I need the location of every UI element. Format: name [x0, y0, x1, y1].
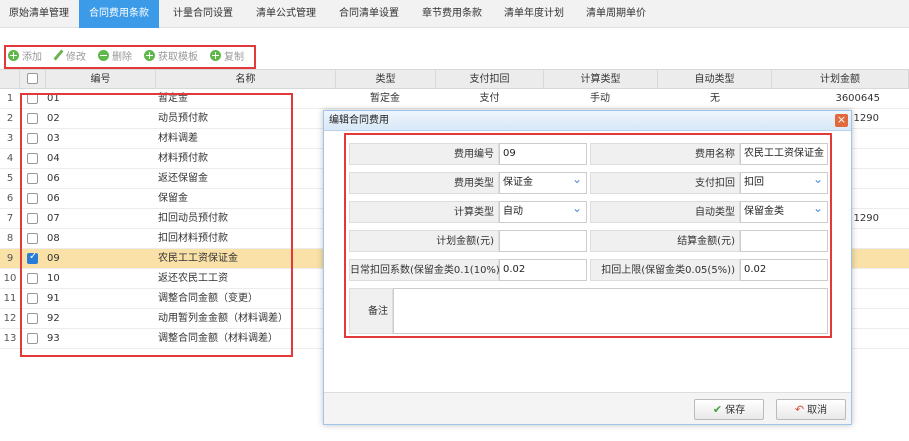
- row-number: 4: [6, 153, 14, 164]
- row-number: 7: [6, 213, 14, 224]
- auto-type-select[interactable]: 保留金类: [740, 201, 828, 223]
- row-number: 5: [6, 173, 14, 184]
- fee-form: 费用编号 09 费用名称 农民工工资保证金 费用类型 保证金 支付扣回 扣回 计…: [344, 133, 832, 338]
- deduct-limit-input[interactable]: 0.02: [740, 259, 828, 281]
- header-calc[interactable]: 计算类型: [544, 70, 658, 89]
- pay-deduct-value: 扣回: [744, 177, 764, 188]
- pay-deduct-select[interactable]: 扣回: [740, 172, 828, 194]
- copy-icon: [210, 50, 221, 61]
- add-icon: [8, 50, 19, 61]
- fee-name-input[interactable]: 农民工工资保证金: [740, 143, 828, 165]
- fee-type-label: 费用类型: [349, 172, 499, 194]
- tab-chapter-fee-terms[interactable]: 章节费用条款: [412, 0, 492, 28]
- select-all-header: [20, 70, 46, 89]
- header-name[interactable]: 名称: [156, 70, 336, 89]
- close-icon[interactable]: ×: [835, 114, 848, 127]
- copy-button[interactable]: 复制: [210, 50, 244, 66]
- delete-button[interactable]: 删除: [98, 50, 132, 66]
- header-amount[interactable]: 计划金额: [772, 70, 909, 89]
- select-all-checkbox[interactable]: [27, 73, 38, 84]
- row-number: 10: [3, 273, 17, 284]
- row-number: 6: [6, 193, 14, 204]
- get-template-button[interactable]: 获取模板: [144, 50, 198, 66]
- list-highlight-box: [20, 93, 293, 357]
- template-icon: [144, 50, 155, 61]
- note-textarea[interactable]: [393, 288, 828, 334]
- fee-code-label: 费用编号: [349, 143, 499, 165]
- cell-type: 暂定金: [370, 93, 400, 104]
- cell-amount: 3600645: [835, 93, 880, 104]
- undo-icon: ↶: [794, 403, 805, 416]
- row-number: 2: [6, 113, 14, 124]
- fee-name-label: 费用名称: [590, 143, 740, 165]
- note-label: 备注: [349, 288, 393, 334]
- row-number: 13: [3, 333, 17, 344]
- save-button[interactable]: ✔ 保存: [694, 399, 764, 420]
- dialog-title: 编辑合同费用 ×: [324, 111, 851, 131]
- tab-contract-list-settings[interactable]: 合同清单设置: [328, 0, 410, 28]
- dialog-footer: ✔ 保存 ↶ 取消: [324, 392, 851, 424]
- tab-annual-plan[interactable]: 清单年度计划: [494, 0, 574, 28]
- tab-period-price[interactable]: 清单周期单价: [576, 0, 656, 28]
- plan-amount-label: 计划金额(元): [349, 230, 499, 252]
- cell-calc: 手动: [590, 93, 610, 104]
- row-number: 1: [6, 93, 14, 104]
- header-pay[interactable]: 支付扣回: [436, 70, 544, 89]
- auto-type-label: 自动类型: [590, 201, 740, 223]
- tab-list-formula[interactable]: 清单公式管理: [246, 0, 326, 28]
- fee-type-select[interactable]: 保证金: [499, 172, 587, 194]
- cancel-button[interactable]: ↶ 取消: [776, 399, 846, 420]
- cell-auto: 无: [710, 93, 720, 104]
- calc-type-value: 自动: [503, 206, 523, 217]
- plan-amount-input[interactable]: [499, 230, 587, 252]
- row-number: 8: [6, 233, 14, 244]
- settle-amount-input[interactable]: [740, 230, 828, 252]
- edit-fee-dialog: 编辑合同费用 × 费用编号 09 费用名称 农民工工资保证金 费用类型 保证金 …: [323, 110, 852, 425]
- calc-type-select[interactable]: 自动: [499, 201, 587, 223]
- cell-amount: 1290: [853, 213, 879, 224]
- tab-measure-contract-settings[interactable]: 计量合同设置: [162, 0, 244, 28]
- dialog-title-text: 编辑合同费用: [329, 115, 389, 126]
- delete-icon: [98, 50, 109, 61]
- tab-original-list[interactable]: 原始清单管理: [0, 0, 78, 28]
- header-code[interactable]: 编号: [46, 70, 156, 89]
- cell-pay: 支付: [479, 93, 500, 104]
- deduct-limit-label: 扣回上限(保留金类0.05(5%)): [590, 259, 740, 281]
- edit-button[interactable]: 修改: [52, 50, 86, 66]
- daily-deduct-ratio-input[interactable]: 0.02: [499, 259, 587, 281]
- add-button[interactable]: 添加: [8, 50, 42, 66]
- toolbar: 添加 修改 删除 获取模板 复制: [4, 45, 256, 69]
- fee-code-input[interactable]: 09: [499, 143, 587, 165]
- row-number: 12: [3, 313, 17, 324]
- row-number: 3: [6, 133, 14, 144]
- calc-type-label: 计算类型: [349, 201, 499, 223]
- grid-header: 编号 名称 类型 支付扣回 计算类型 自动类型 计划金额: [0, 69, 909, 89]
- header-auto[interactable]: 自动类型: [658, 70, 772, 89]
- row-number: 11: [3, 293, 17, 304]
- row-number: 9: [6, 253, 14, 264]
- row-number-header: [0, 70, 20, 89]
- header-type[interactable]: 类型: [336, 70, 436, 89]
- tab-contract-fee-terms[interactable]: 合同费用条款: [79, 0, 159, 28]
- fee-type-value: 保证金: [503, 177, 533, 188]
- cell-amount: 1290: [853, 113, 879, 124]
- settle-amount-label: 结算金额(元): [590, 230, 740, 252]
- auto-type-value: 保留金类: [744, 206, 784, 217]
- tab-bar: 原始清单管理 合同费用条款 计量合同设置 清单公式管理 合同清单设置 章节费用条…: [0, 0, 909, 28]
- check-icon: ✔: [712, 403, 723, 416]
- daily-deduct-ratio-label: 日常扣回系数(保留金类0.1(10%)): [349, 259, 504, 281]
- pay-deduct-label: 支付扣回: [590, 172, 740, 194]
- pencil-icon: [52, 50, 63, 61]
